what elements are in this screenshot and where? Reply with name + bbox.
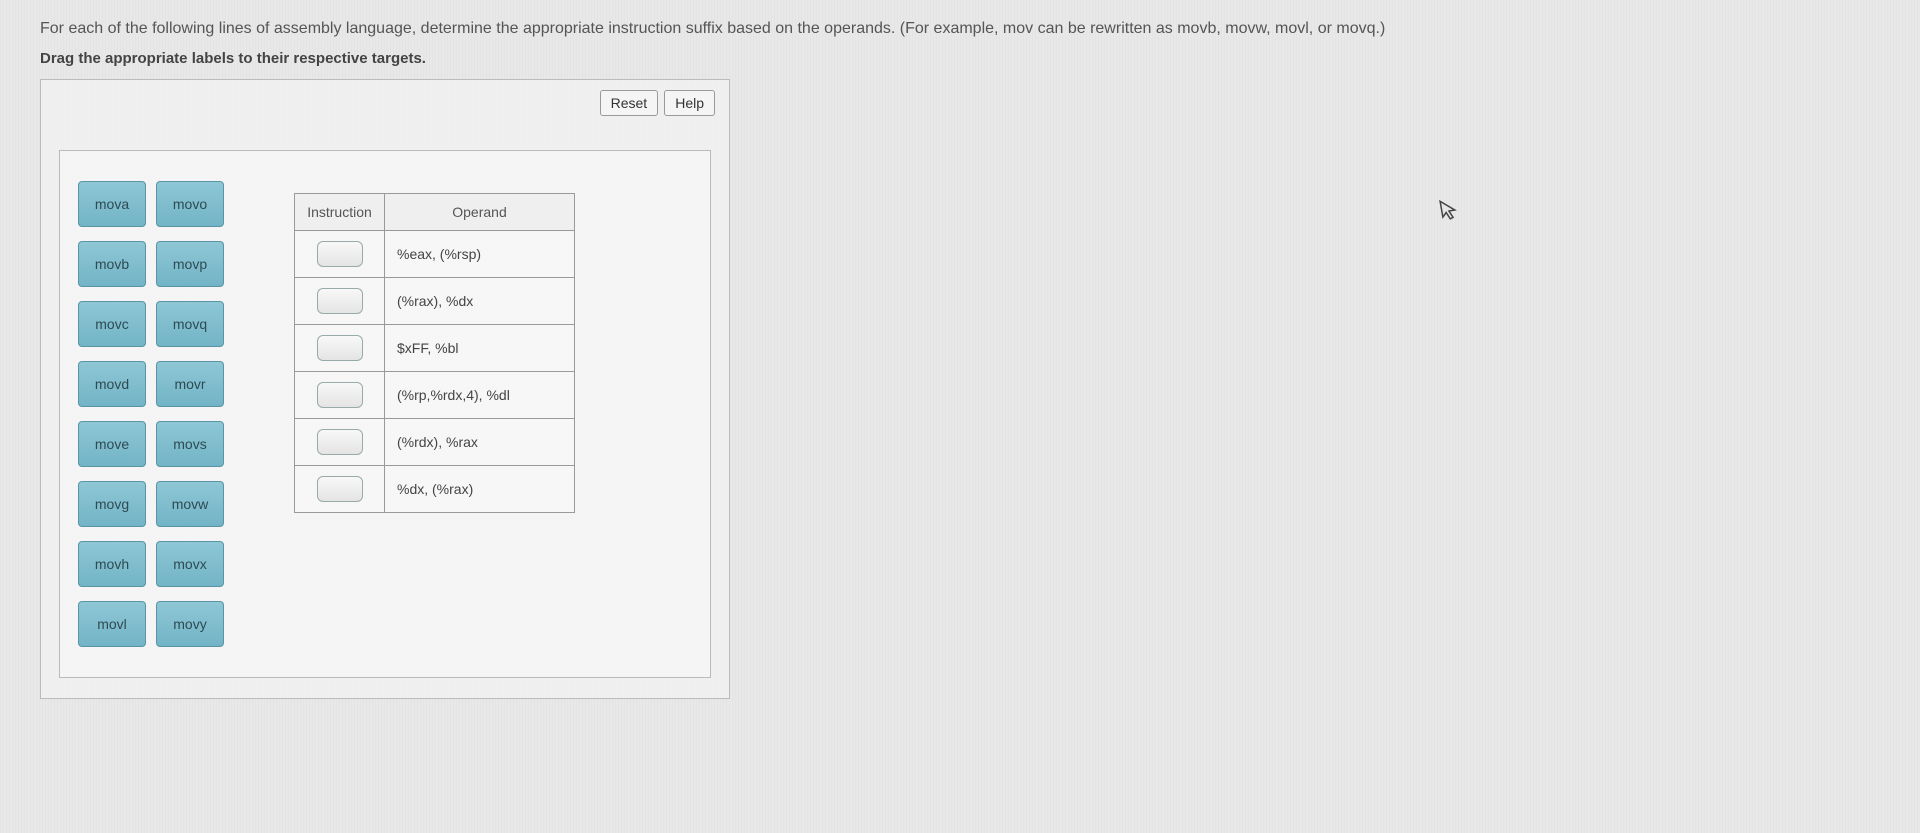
operand-cell: (%rax), %dx (385, 278, 575, 325)
table-row: %eax, (%rsp) (295, 231, 575, 278)
drag-panel: mova movo movb movp movc movq movd movr … (59, 150, 711, 678)
label-movw[interactable]: movw (156, 481, 224, 527)
question-intro: For each of the following lines of assem… (40, 18, 1880, 40)
header-operand: Operand (385, 194, 575, 231)
label-movg[interactable]: movg (78, 481, 146, 527)
header-instruction: Instruction (295, 194, 385, 231)
label-movy[interactable]: movy (156, 601, 224, 647)
table-row: %dx, (%rax) (295, 466, 575, 513)
operand-cell: (%rp,%rdx,4), %dl (385, 372, 575, 419)
label-movq[interactable]: movq (156, 301, 224, 347)
operand-cell: %eax, (%rsp) (385, 231, 575, 278)
label-movx[interactable]: movx (156, 541, 224, 587)
label-move[interactable]: move (78, 421, 146, 467)
label-movl[interactable]: movl (78, 601, 146, 647)
drop-target-5[interactable] (317, 476, 363, 502)
drag-instructions: Drag the appropriate labels to their res… (40, 50, 1880, 67)
table-row: (%rax), %dx (295, 278, 575, 325)
operand-cell: (%rdx), %rax (385, 419, 575, 466)
label-movd[interactable]: movd (78, 361, 146, 407)
operand-cell: %dx, (%rax) (385, 466, 575, 513)
help-button[interactable]: Help (664, 90, 715, 116)
label-movr[interactable]: movr (156, 361, 224, 407)
drop-target-1[interactable] (317, 288, 363, 314)
label-mova[interactable]: mova (78, 181, 146, 227)
reset-button[interactable]: Reset (600, 90, 659, 116)
drop-target-4[interactable] (317, 429, 363, 455)
labels-grid: mova movo movb movp movc movq movd movr … (78, 181, 224, 647)
cursor-icon (1438, 197, 1460, 227)
table-row: (%rdx), %rax (295, 419, 575, 466)
label-movc[interactable]: movc (78, 301, 146, 347)
label-movs[interactable]: movs (156, 421, 224, 467)
toolbar: Reset Help (41, 80, 729, 122)
label-movo[interactable]: movo (156, 181, 224, 227)
operand-cell: $xFF, %bl (385, 325, 575, 372)
drop-target-3[interactable] (317, 382, 363, 408)
drop-target-2[interactable] (317, 335, 363, 361)
drop-target-0[interactable] (317, 241, 363, 267)
label-movh[interactable]: movh (78, 541, 146, 587)
table-row: (%rp,%rdx,4), %dl (295, 372, 575, 419)
label-movb[interactable]: movb (78, 241, 146, 287)
table-row: $xFF, %bl (295, 325, 575, 372)
label-movp[interactable]: movp (156, 241, 224, 287)
operand-table: Instruction Operand %eax, (%rsp) (%rax),… (294, 193, 575, 513)
exercise-frame: Reset Help mova movo movb movp movc movq… (40, 79, 730, 699)
